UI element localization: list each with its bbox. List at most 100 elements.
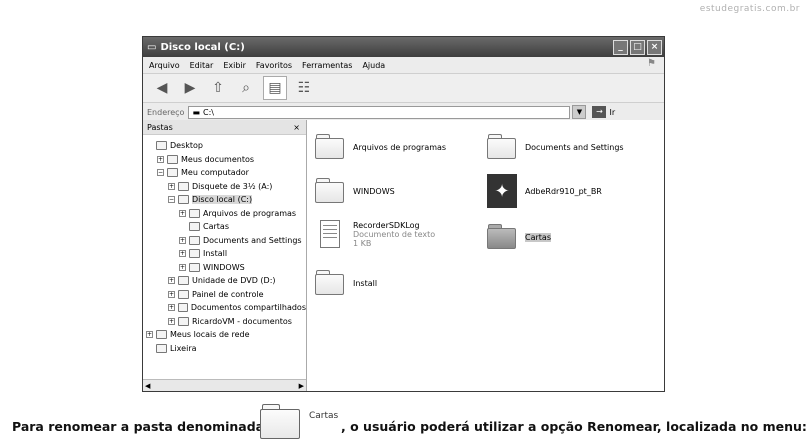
address-field[interactable]: ▬ C:\	[188, 105, 571, 119]
menu-ajuda[interactable]: Ajuda	[362, 61, 385, 70]
expand-icon[interactable]: +	[179, 250, 186, 258]
list-item[interactable]: ✦ AdbeRdr910_pt_BR	[487, 174, 602, 208]
tree-item-label: Documents and Settings	[203, 235, 302, 245]
tree-item[interactable]: + Arquivos de programas	[143, 207, 306, 221]
expand-icon[interactable]: +	[179, 209, 186, 217]
menu-editar[interactable]: Editar	[190, 61, 214, 70]
item-size: 1 KB	[353, 238, 372, 248]
tree-item-label: Install	[203, 249, 228, 259]
tree-item-label: Meus locais de rede	[170, 330, 250, 340]
list-item[interactable]: WINDOWS	[315, 178, 395, 204]
text-document-icon	[320, 220, 340, 248]
tree-item[interactable]: + RicardoVM - documentos	[143, 315, 306, 329]
watermark: estudegratis.com.br	[699, 4, 800, 14]
scroll-left-icon[interactable]: ◀	[145, 382, 150, 390]
expand-icon[interactable]: +	[146, 331, 153, 339]
minimize-button[interactable]: _	[613, 39, 628, 55]
folder-icon	[189, 262, 200, 272]
tree-item-label: Meus documentos	[181, 154, 255, 164]
expand-icon[interactable]: +	[168, 182, 175, 190]
menu-arquivo[interactable]: Arquivo	[149, 61, 180, 70]
expand-icon[interactable]: +	[168, 317, 175, 325]
chevron-down-icon[interactable]: ▼	[572, 105, 587, 119]
expand-icon[interactable]: +	[168, 277, 175, 285]
toolbar: ◀ ▶ ⇧ ⌕ ▤ ☷	[143, 74, 664, 103]
tree-item[interactable]: + Meus locais de rede	[143, 328, 306, 342]
collapse-icon[interactable]: −	[168, 196, 175, 204]
tree-item[interactable]: Cartas	[143, 220, 306, 234]
folders-icon[interactable]: ▤	[263, 76, 287, 100]
folder-icon	[189, 235, 200, 245]
question-text-end: , o usuário poderá utilizar a opção Reno…	[341, 419, 806, 434]
back-arrow-icon[interactable]: ◀	[151, 77, 173, 99]
acrobat-icon: ✦	[487, 174, 517, 208]
tree-item[interactable]: + Disquete de 3½ (A:)	[143, 180, 306, 194]
tree-item[interactable]: Lixeira	[143, 342, 306, 356]
tree-item-label: Painel de controle	[192, 289, 264, 299]
tree-item[interactable]: − Meu computador	[143, 166, 306, 180]
tree-item[interactable]: + Painel de controle	[143, 288, 306, 302]
tree-item-label: Meu computador	[181, 168, 249, 178]
collapse-icon[interactable]: −	[157, 169, 164, 177]
list-item-selected[interactable]: Cartas	[487, 224, 551, 250]
folder-icon	[178, 181, 189, 191]
menu-ferramentas[interactable]: Ferramentas	[302, 61, 352, 70]
item-name: AdbeRdr910_pt_BR	[525, 186, 602, 196]
views-icon[interactable]: ☷	[293, 77, 315, 99]
tree-item[interactable]: + Documentos compartilhados	[143, 301, 306, 315]
folders-pane-title: Pastas	[147, 122, 173, 132]
expand-icon[interactable]: +	[179, 263, 186, 271]
menu-exibir[interactable]: Exibir	[223, 61, 246, 70]
tree-item[interactable]: + Documents and Settings	[143, 234, 306, 248]
up-folder-icon[interactable]: ⇧	[207, 77, 229, 99]
tree-item[interactable]: − Disco local (C:)	[143, 193, 306, 207]
tree-item-label: Disquete de 3½ (A:)	[192, 181, 273, 191]
item-name: WINDOWS	[353, 186, 395, 196]
expand-icon[interactable]: +	[168, 304, 175, 312]
tree-item-label: Arquivos de programas	[203, 208, 297, 218]
tree-item[interactable]: + Meus documentos	[143, 153, 306, 167]
tree-item[interactable]: + Install	[143, 247, 306, 261]
tree-item-label: Cartas	[203, 222, 229, 232]
tree-item-label: Lixeira	[170, 343, 197, 353]
list-item[interactable]: Documents and Settings	[487, 134, 624, 160]
tree-item-label: Documentos compartilhados	[190, 303, 306, 313]
folder-icon: ▭	[147, 41, 157, 53]
item-name: Arquivos de programas	[353, 142, 447, 152]
folder-icon	[189, 222, 200, 232]
tree-item[interactable]: + Unidade de DVD (D:)	[143, 274, 306, 288]
search-icon[interactable]: ⌕	[235, 77, 257, 99]
expand-icon[interactable]: +	[179, 236, 186, 244]
close-icon[interactable]: ×	[293, 123, 300, 132]
expand-icon[interactable]: +	[157, 155, 164, 163]
tree-item-label: Desktop	[170, 141, 203, 151]
go-arrow-icon[interactable]: →	[592, 106, 607, 118]
tree-item[interactable]: Desktop	[143, 139, 306, 153]
list-item[interactable]: Arquivos de programas	[315, 134, 446, 160]
drive-icon: ▬	[192, 107, 201, 117]
forward-arrow-icon[interactable]: ▶	[179, 77, 201, 99]
address-label: Endereço	[147, 107, 185, 117]
go-button[interactable]: Ir	[609, 108, 615, 117]
tree-item-label: Unidade de DVD (D:)	[192, 276, 276, 286]
question-folder-label: Cartas	[309, 411, 339, 421]
folder-icon	[156, 343, 167, 353]
folder-icon	[487, 224, 517, 250]
list-item[interactable]: Install	[315, 270, 377, 296]
tree-item-label: Disco local (C:)	[192, 195, 253, 205]
expand-icon[interactable]: +	[168, 290, 175, 298]
folder-icon	[178, 316, 189, 326]
folder-icon	[260, 404, 302, 440]
folder-icon	[315, 178, 345, 204]
address-value: C:\	[203, 107, 214, 117]
maximize-button[interactable]: □	[630, 39, 645, 55]
folder-icon	[178, 303, 188, 313]
folder-icon	[178, 276, 189, 286]
close-button[interactable]: ×	[647, 39, 662, 55]
horizontal-scrollbar[interactable]: ◀ ▶	[143, 379, 306, 391]
scroll-right-icon[interactable]: ▶	[299, 382, 304, 390]
list-item[interactable]: RecorderSDKLog Documento de texto 1 KB	[315, 220, 435, 248]
title-bar[interactable]: ▭ Disco local (C:) _ □ ×	[143, 37, 664, 57]
tree-item[interactable]: + WINDOWS	[143, 261, 306, 275]
menu-favoritos[interactable]: Favoritos	[256, 61, 292, 70]
